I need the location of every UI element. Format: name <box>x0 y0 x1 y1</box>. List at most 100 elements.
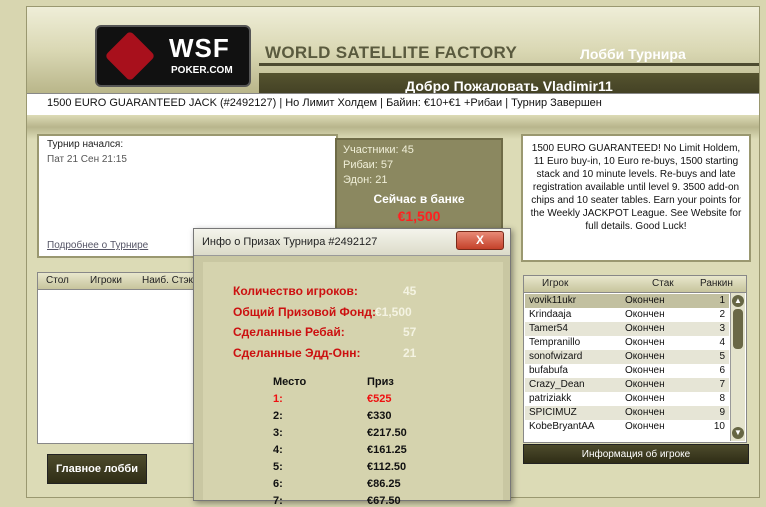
prize-place: 2: <box>273 410 283 422</box>
player-name: Tamer54 <box>529 323 568 334</box>
prize-header: Приз <box>367 376 394 388</box>
prize-amount: €86.25 <box>367 478 401 490</box>
lobby-title: Лобби Турнира <box>580 46 686 62</box>
logo-sub: POKER.COM <box>171 65 233 76</box>
dialog-title: Инфо о Призах Турнира #2492127 <box>202 236 378 248</box>
addons-count: Эдон: 21 <box>343 174 388 186</box>
player-status: Окончен <box>625 351 665 362</box>
stat-value: 21 <box>403 346 417 360</box>
player-row[interactable]: KobeBryantAA Окончен 10 <box>525 420 729 434</box>
player-rank: 9 <box>719 407 725 418</box>
prize-amount: €67.50 <box>367 495 401 507</box>
player-status: Окончен <box>625 421 665 432</box>
player-row[interactable]: patriziakk Окончен 8 <box>525 392 729 406</box>
pot-label: Сейчас в банке <box>373 192 465 206</box>
prize-place: 1: <box>273 393 283 405</box>
col-stack[interactable]: Стак <box>652 278 674 289</box>
prize-place: 4: <box>273 444 283 456</box>
player-name: patriziakk <box>529 393 572 404</box>
stat-label: Сделанные Эдд-Онн: <box>233 346 361 360</box>
scroll-thumb[interactable] <box>733 309 743 349</box>
player-name: bufabufa <box>529 365 568 376</box>
player-rank: 6 <box>719 365 725 376</box>
player-info-button[interactable]: Информация об игроке <box>523 444 749 464</box>
prize-info-dialog: Инфо о Призах Турнира #2492127 X Количес… <box>193 228 511 507</box>
stat-label: Общий Призовой Фонд: <box>233 305 376 319</box>
col-largest-stack[interactable]: Наиб. Стэк <box>142 275 193 286</box>
dialog-content: Количество игроков: 45 Общий Призовой Фо… <box>203 262 503 507</box>
prize-place: 3: <box>273 427 283 439</box>
player-name: Crazy_Dean <box>529 379 585 390</box>
player-rank: 3 <box>719 323 725 334</box>
rebuys-count: Рибаи: 57 <box>343 159 394 171</box>
stat-value: 45 <box>403 284 417 298</box>
player-name: vovik11ukr <box>529 295 577 306</box>
player-status: Окончен <box>625 407 665 418</box>
start-datetime: Пат 21 Сен 21:15 <box>47 154 127 165</box>
player-name: KobeBryantAA <box>529 421 595 432</box>
tables-list[interactable]: Стол Игроки Наиб. Стэк <box>37 272 201 444</box>
wsf-logo: WSF POKER.COM <box>95 25 251 87</box>
players-list[interactable]: Игрок Стак Ранкин vovik11ukr Окончен 1 Kri… <box>523 275 747 443</box>
prize-amount: €161.25 <box>367 444 407 456</box>
player-rank: 4 <box>719 337 725 348</box>
player-name: Tempranillo <box>529 337 581 348</box>
header-divider <box>259 63 759 66</box>
dialog-titlebar: Инфо о Призах Турнира #2492127 X <box>194 229 510 256</box>
player-rank: 7 <box>719 379 725 390</box>
player-rank: 5 <box>719 351 725 362</box>
prize-place: 6: <box>273 478 283 490</box>
more-info-link[interactable]: Подробнее о Турнире <box>47 240 148 251</box>
pot-value: €1,500 <box>397 208 441 224</box>
prize-amount: €330 <box>367 410 392 422</box>
player-row[interactable]: Krindaaja Окончен 2 <box>525 308 729 322</box>
prize-place: 7: <box>273 495 283 507</box>
player-status: Окончен <box>625 323 665 334</box>
player-status: Окончен <box>625 295 665 306</box>
stats-panel: Участники: 45 Рибаи: 57 Эдон: 21 Сейчас … <box>335 138 503 236</box>
scroll-up-icon[interactable]: ▲ <box>732 295 744 307</box>
players-header: Игрок Стак Ранкин <box>524 276 746 293</box>
player-status: Окончен <box>625 337 665 348</box>
players-scrollbar[interactable]: ▲ ▼ <box>730 293 745 441</box>
tournament-description: 1500 EURO GUARANTEED! No Limit Holdem, 1… <box>530 143 742 232</box>
tournament-info-bar: 1500 EURO GUARANTEED JACK (#2492127) | Н… <box>27 93 759 117</box>
prize-amount: €217.50 <box>367 427 407 439</box>
spade-logo-icon <box>104 30 156 82</box>
logo-text: WSF <box>169 33 230 63</box>
col-table[interactable]: Стол <box>46 275 69 286</box>
close-icon[interactable]: X <box>456 231 504 250</box>
scroll-down-icon[interactable]: ▼ <box>732 427 744 439</box>
prize-place: 5: <box>273 461 283 473</box>
stat-value: 57 <box>403 325 417 339</box>
player-row[interactable]: sonofwizard Окончен 5 <box>525 350 729 364</box>
prize-amount: €525 <box>367 393 392 405</box>
player-name: SPICIMUZ <box>529 407 577 418</box>
player-name: sonofwizard <box>529 351 583 362</box>
player-status: Окончен <box>625 309 665 320</box>
player-rank: 2 <box>719 309 725 320</box>
player-rank: 10 <box>713 421 725 432</box>
player-row[interactable]: Crazy_Dean Окончен 7 <box>525 378 729 392</box>
col-player[interactable]: Игрок <box>542 278 568 289</box>
tables-header: Стол Игроки Наиб. Стэк <box>38 273 200 290</box>
start-label: Турнир начался: <box>47 139 124 150</box>
col-rank[interactable]: Ранкин <box>700 278 733 289</box>
player-row[interactable]: Tempranillo Окончен 4 <box>525 336 729 350</box>
col-players[interactable]: Игроки <box>90 275 122 286</box>
player-row[interactable]: bufabufa Окончен 6 <box>525 364 729 378</box>
player-status: Окончен <box>625 393 665 404</box>
tournament-info: 1500 EURO GUARANTEED JACK (#2492127) | Н… <box>47 97 602 109</box>
place-header: Место <box>273 376 307 388</box>
player-row[interactable]: SPICIMUZ Окончен 9 <box>525 406 729 420</box>
main-lobby-button[interactable]: Главное лобби <box>47 454 147 484</box>
header: WSF POKER.COM WORLD SATELLITE FACTORY Ло… <box>27 7 759 99</box>
stat-value: €1,500 <box>375 305 412 319</box>
factory-title: WORLD SATELLITE FACTORY <box>265 43 518 62</box>
player-row[interactable]: vovik11ukr Окончен 1 <box>525 294 729 308</box>
player-status: Окончен <box>625 365 665 376</box>
welcome-text: Добро Пожаловать Vladimir11 <box>405 78 613 94</box>
player-row[interactable]: Tamer54 Окончен 3 <box>525 322 729 336</box>
description-panel: 1500 EURO GUARANTEED! No Limit Holdem, 1… <box>521 134 751 262</box>
player-rank: 8 <box>719 393 725 404</box>
